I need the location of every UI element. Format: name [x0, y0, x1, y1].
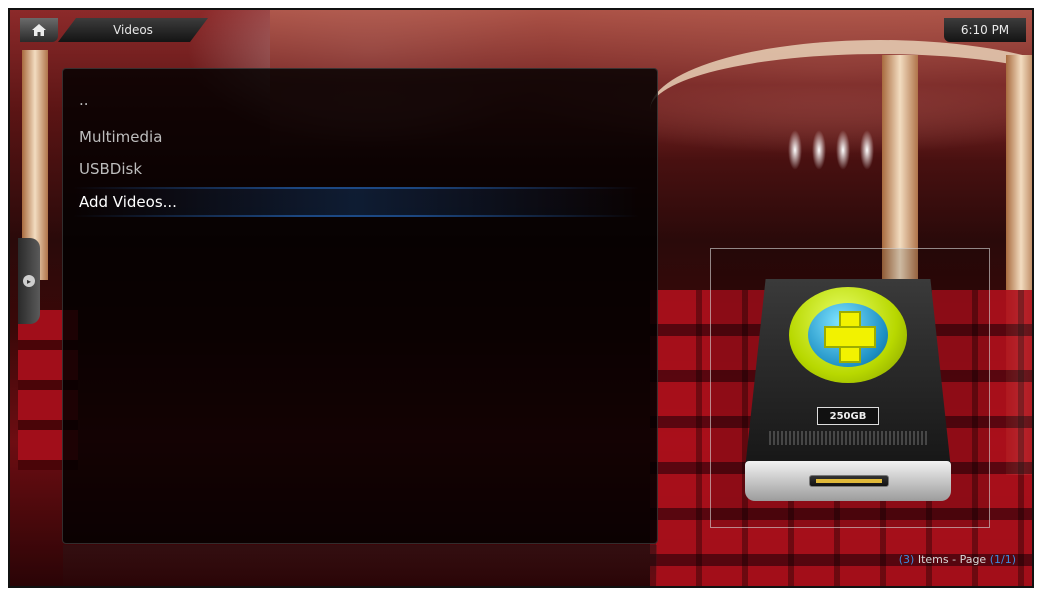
add-drive-icon: 250GB	[745, 279, 951, 505]
drive-slot	[809, 475, 889, 487]
media-center-screen: Videos 6:10 PM ▸ .. Multimedia USBDisk A…	[8, 8, 1034, 588]
panel-reflection	[63, 545, 657, 586]
ceiling-light	[788, 130, 802, 170]
drive-capacity-label: 250GB	[817, 407, 879, 425]
thumbnail-panel: 250GB	[710, 248, 990, 528]
items-page-text: Items - Page	[914, 553, 990, 566]
home-icon	[32, 24, 46, 36]
item-count: 3	[903, 553, 911, 566]
ceiling-light	[860, 130, 874, 170]
page-indicator: 1/1	[994, 553, 1012, 566]
file-list-panel: .. Multimedia USBDisk Add Videos...	[62, 68, 658, 586]
drive-fine-print	[769, 431, 927, 445]
plus-icon	[789, 287, 907, 383]
chevron-right-icon: ▸	[23, 275, 35, 287]
list-item-multimedia[interactable]: Multimedia	[73, 122, 639, 152]
item-count-footer: (3) Items - Page (1/1)	[899, 553, 1016, 566]
list-item-add-videos[interactable]: Add Videos...	[73, 187, 639, 217]
ceiling-light	[836, 130, 850, 170]
list-item-usbdisk[interactable]: USBDisk	[73, 154, 639, 184]
ceiling-light	[812, 130, 826, 170]
section-title: Videos	[58, 18, 208, 42]
clock: 6:10 PM	[944, 18, 1026, 42]
list-item-parent-folder[interactable]: ..	[73, 85, 639, 115]
side-menu-tab[interactable]: ▸	[18, 238, 40, 324]
page-close-paren: )	[1011, 553, 1016, 566]
home-button[interactable]	[20, 18, 58, 42]
